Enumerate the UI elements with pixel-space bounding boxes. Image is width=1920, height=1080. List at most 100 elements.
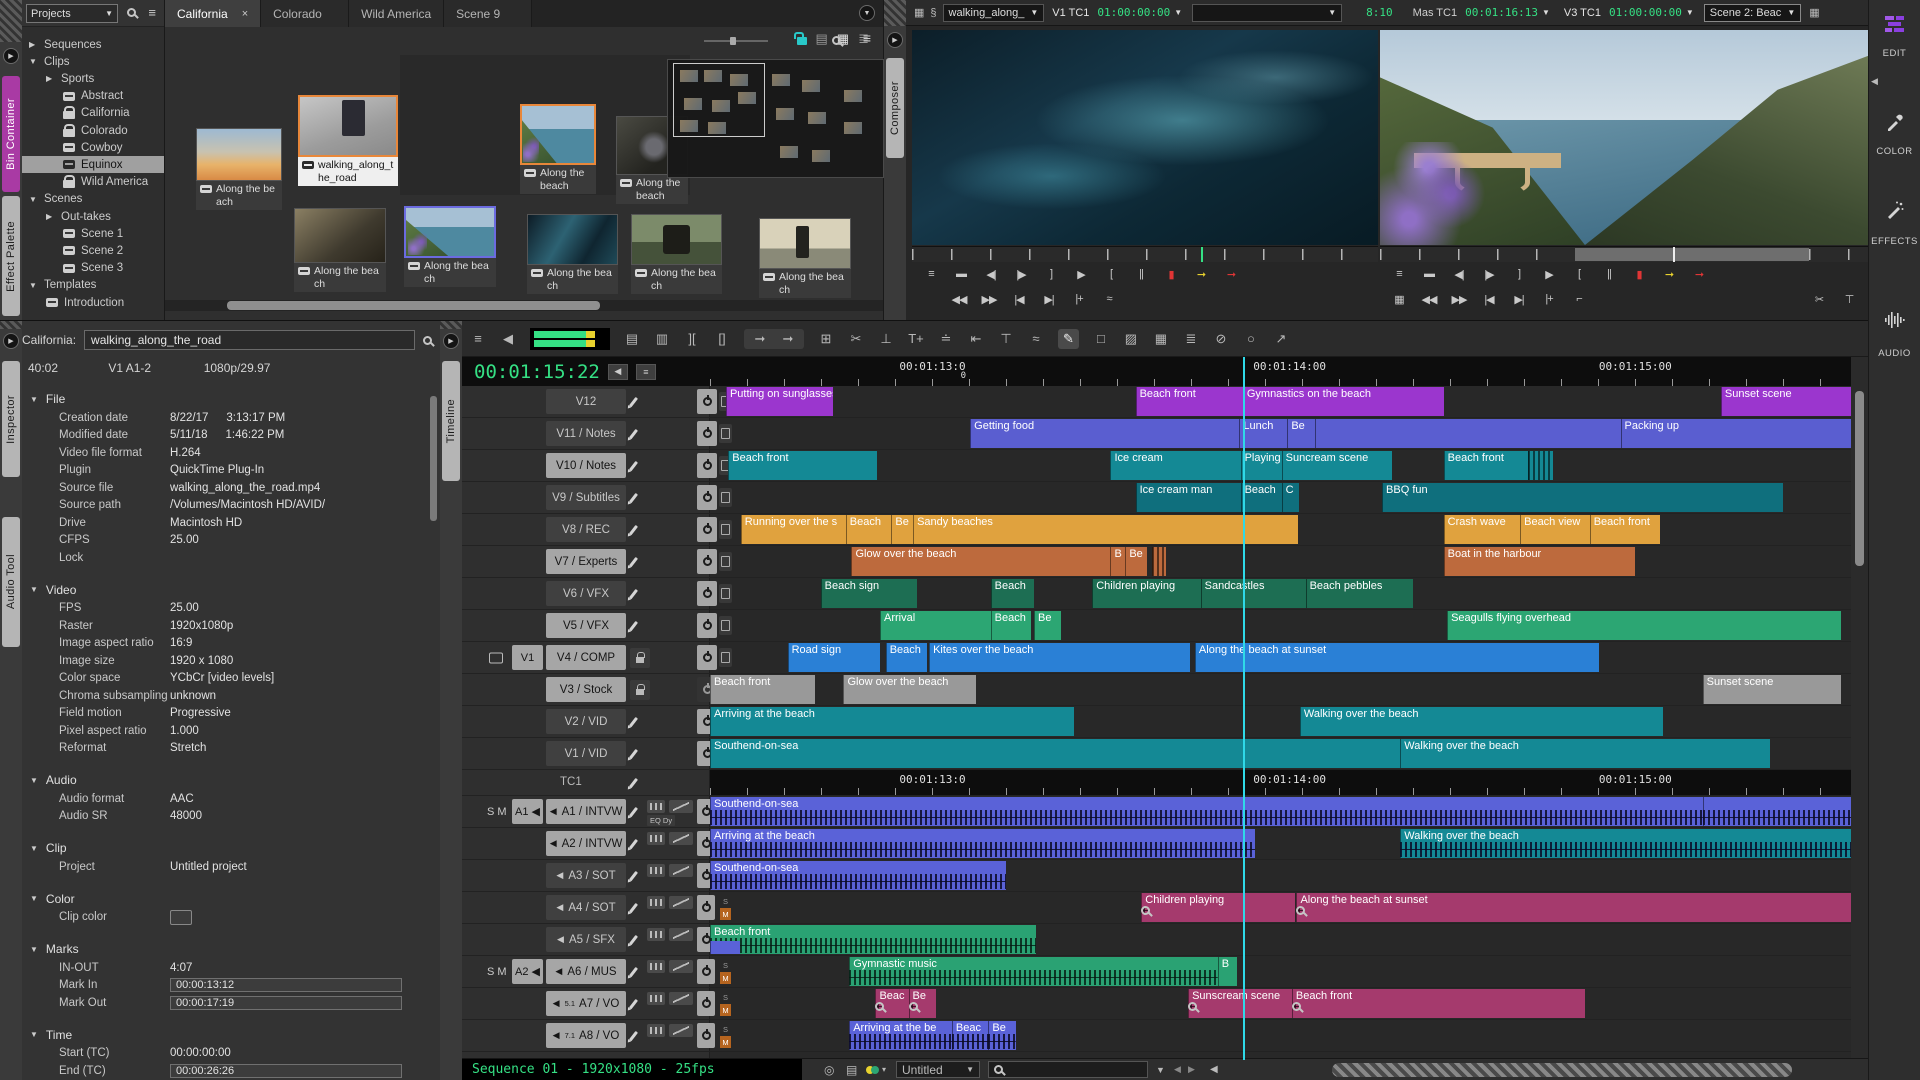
tree-item-colorado[interactable]: Colorado: [22, 122, 164, 139]
track-select-button[interactable]: ◀5.1A7 / VO: [546, 991, 626, 1016]
record-button[interactable]: ▮: [1624, 268, 1654, 281]
slate-icon[interactable]: ▬: [946, 268, 976, 280]
timeline-clip[interactable]: Kites over the beach: [929, 643, 1190, 672]
cut-icon[interactable]: ✂: [848, 331, 864, 347]
tree-item-california[interactable]: California: [22, 105, 164, 122]
next-button[interactable]: ▶: [1188, 1059, 1195, 1080]
bin-tab-colorado[interactable]: Colorado: [261, 0, 349, 27]
collapse-triangle-icon[interactable]: ▼: [30, 395, 38, 404]
pencil-icon[interactable]: [629, 934, 638, 944]
go-to-in-button[interactable]: [: [1096, 268, 1126, 280]
pencil-icon[interactable]: [629, 396, 638, 406]
timeline-clip[interactable]: Beach sign: [821, 579, 917, 608]
timeline-clip[interactable]: Beach: [886, 643, 927, 672]
record-position-bar[interactable]: [1380, 246, 1868, 262]
timeline-clip[interactable]: [710, 941, 740, 954]
track-select-button[interactable]: V7 / Experts: [546, 549, 626, 574]
scrollbar-thumb[interactable]: [227, 301, 600, 310]
overwrite-icon[interactable]: ➞: [780, 331, 796, 347]
add-edit-button[interactable]: |+: [1534, 293, 1564, 305]
tree-item-abstract[interactable]: Abstract: [22, 88, 164, 105]
menu-icon[interactable]: ≡: [916, 268, 946, 280]
tab-audio[interactable]: AUDIO: [1869, 348, 1920, 359]
timeline-menu-icon[interactable]: ≡: [470, 331, 486, 346]
panel-play-button[interactable]: ▶: [443, 333, 459, 349]
pencil-icon[interactable]: [629, 1030, 638, 1040]
pencil-icon[interactable]: [629, 998, 638, 1008]
align-icon[interactable]: ≐: [938, 331, 954, 347]
frame-view-icon[interactable]: ▤: [816, 32, 828, 45]
tc-back-button[interactable]: ◀: [608, 364, 628, 380]
scene-menu[interactable]: Scene 2: Beac▼: [1704, 4, 1801, 22]
timeline-clip[interactable]: Be: [1034, 611, 1061, 640]
waveform-toggle-icon[interactable]: [647, 896, 665, 909]
timeline-clip[interactable]: Beach: [991, 611, 1031, 640]
menu-icon[interactable]: ≡: [1384, 268, 1414, 280]
monitor-icon[interactable]: [489, 652, 503, 663]
chevron-right-icon[interactable]: ▶: [46, 212, 55, 221]
tree-item-scenes[interactable]: ▼Scenes: [22, 191, 164, 208]
timeline-clip[interactable]: Packing up: [1621, 419, 1851, 448]
match-frame-icon[interactable]: ⊞: [818, 331, 834, 347]
timeline-clip[interactable]: Beac: [952, 1021, 989, 1050]
pencil-icon[interactable]: [629, 492, 638, 502]
rewind-button[interactable]: ◀◀: [944, 293, 974, 306]
play-button[interactable]: ▶: [1534, 268, 1564, 281]
projects-selector[interactable]: Projects▼: [26, 4, 118, 23]
collapse-arrow-icon[interactable]: ◀: [1871, 76, 1878, 87]
bin-clip-card[interactable]: Along the beach: [631, 214, 722, 294]
bin-clip-card[interactable]: Along the beach: [196, 128, 282, 210]
video-quality-icon[interactable]: ▤: [624, 331, 640, 347]
timeline-clip[interactable]: Road sign: [788, 643, 880, 672]
timeline-ruler[interactable]: 00:01:13:000:01:14:0000:01:15:000: [710, 357, 1851, 386]
waveform-toggle-icon[interactable]: [647, 992, 665, 1005]
tree-item-cowboy[interactable]: Cowboy: [22, 139, 164, 156]
record-monitor[interactable]: [1380, 30, 1868, 245]
pencil-icon[interactable]: [629, 870, 638, 880]
timeline-clip[interactable]: Gymnastic music: [849, 957, 1218, 986]
bin-tab-wild-america[interactable]: Wild America: [349, 0, 444, 27]
source-tc-menu[interactable]: ▼: [1174, 8, 1182, 17]
timeline-clip[interactable]: Children playing: [1141, 893, 1295, 922]
curve-icon[interactable]: ≈: [1028, 331, 1044, 346]
magic-wand-icon[interactable]: [1885, 200, 1905, 220]
bin-menu-icon[interactable]: ≡: [863, 30, 871, 46]
fast-forward-button[interactable]: ▶▶: [1444, 293, 1474, 306]
track-select-button[interactable]: V6 / VFX: [546, 581, 626, 606]
timeline-clip[interactable]: Sunscream scene: [1188, 989, 1292, 1018]
timeline-clip[interactable]: Glow over the beach: [851, 547, 1110, 576]
tree-item-wild-america[interactable]: Wild America: [22, 174, 164, 191]
timeline-clip[interactable]: Walking over the beach: [1400, 739, 1770, 768]
timeline-clip[interactable]: Gymnastics on the beach: [1243, 387, 1444, 416]
slate-icon[interactable]: ▬: [1414, 268, 1444, 280]
timeline-clip[interactable]: Children playing: [1092, 579, 1200, 608]
timeline-view-selector[interactable]: Untitled▼: [896, 1061, 980, 1078]
chevron-right-icon[interactable]: ▶: [29, 40, 38, 49]
track-select-button[interactable]: ◀A4 / SOT: [546, 895, 626, 920]
eq-effect-chiclet[interactable]: EQ Dy: [647, 815, 675, 826]
track-lane-v11[interactable]: Getting foodLunchBePacking up: [710, 418, 1851, 449]
prev-button[interactable]: ◀: [1174, 1059, 1181, 1080]
track-lane-v7[interactable]: Glow over the beachBBeBoat in the harbou…: [710, 546, 1851, 577]
eyedropper-icon[interactable]: [1885, 112, 1905, 132]
bin-clip-card[interactable]: Along the beach: [527, 214, 618, 294]
go-to-out-button[interactable]: ]: [1036, 268, 1066, 280]
keyframe-pen-icon[interactable]: ✎: [1058, 329, 1079, 349]
automation-icon[interactable]: [669, 864, 693, 877]
timeline-clip[interactable]: Walking over the beach: [1300, 707, 1663, 736]
splice-in-button[interactable]: ➞: [1186, 268, 1216, 281]
step-back-button[interactable]: ◀|: [1444, 268, 1474, 281]
solo-mute-buttons[interactable]: S M: [487, 806, 507, 818]
bin-clip-card[interactable]: Along the beach: [294, 208, 386, 292]
solo-mute-buttons[interactable]: S M: [487, 966, 507, 978]
timeline-playhead[interactable]: [1243, 357, 1245, 1060]
search-icon[interactable]: [423, 336, 432, 345]
waveform-toggle-icon[interactable]: [647, 928, 665, 941]
tree-item-scene-2[interactable]: Scene 2: [22, 242, 164, 259]
tab-effects[interactable]: EFFECTS: [1869, 236, 1920, 247]
timeline-clip[interactable]: Beach: [846, 515, 892, 544]
automation-icon[interactable]: [669, 1024, 693, 1037]
collapse-triangle-icon[interactable]: ▼: [30, 945, 38, 954]
track-lane-v8[interactable]: Running over the sBeachBeSandy beachesCr…: [710, 514, 1851, 545]
track-select-button[interactable]: V1 / VID: [546, 741, 626, 766]
